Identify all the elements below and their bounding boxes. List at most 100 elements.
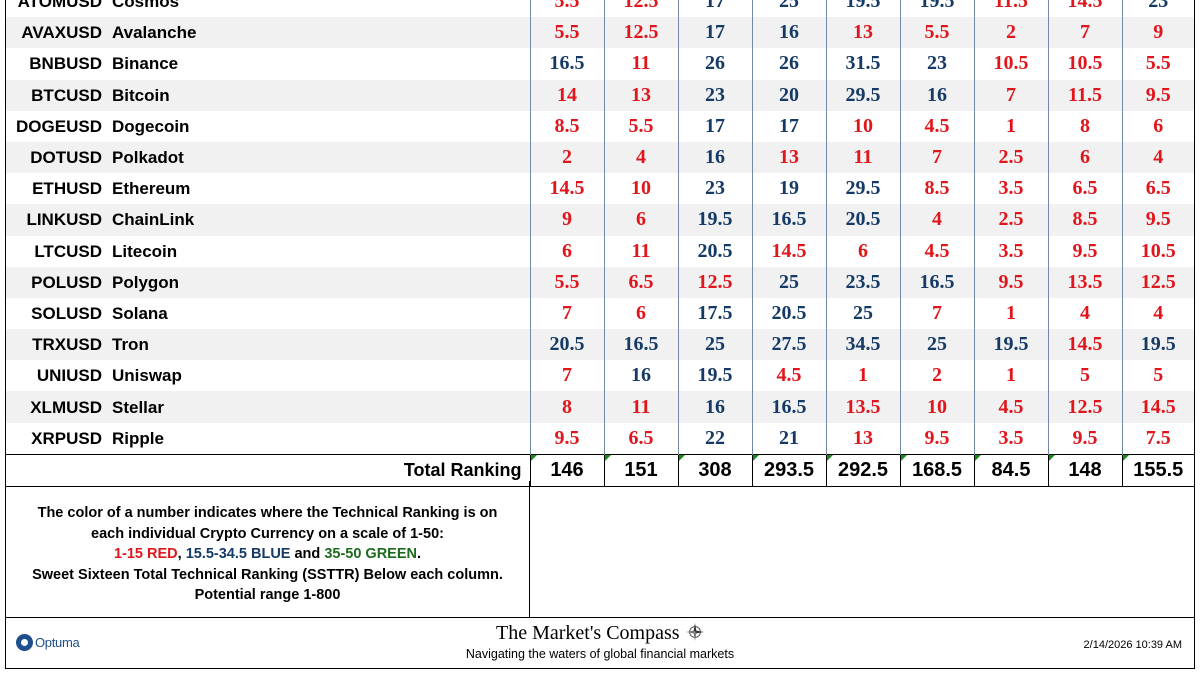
- ranking-cell: 7: [529, 297, 604, 330]
- table-row: XLMUSD Stellar 8 11 16 16.5 13.5 10 4.5 12.5 14.5: [6, 391, 1194, 423]
- ranking-cell: 6: [1121, 110, 1194, 142]
- table-row: BNBUSD Binance 16.5 11 26 26 31.5 23 10.5 10.5 5.5: [6, 48, 1194, 80]
- total-ranking-value: 292.5: [825, 453, 900, 487]
- ranking-cell: 7: [899, 297, 974, 330]
- table-row: TRXUSD Tron 20.5 16.5 25 27.5 34.5 25 19.5 14.5 19…: [6, 329, 1194, 361]
- row-name: ChainLink: [110, 204, 530, 236]
- ranking-cell: 25: [825, 297, 900, 330]
- row-name: Ripple: [110, 422, 530, 455]
- ranking-cell: 6: [529, 235, 604, 267]
- ranking-cell: 17: [751, 110, 826, 142]
- ranking-cell: 4: [1121, 141, 1194, 174]
- ranking-cell: 9.5: [1121, 204, 1194, 236]
- ranking-cell: 20.5: [825, 204, 900, 236]
- total-ranking-value: 168.5: [899, 453, 974, 487]
- ranking-cell: 3.5: [973, 235, 1048, 267]
- row-name: Litecoin: [110, 235, 530, 267]
- ranking-cell: 9.5: [529, 422, 604, 455]
- ranking-cell: 2: [973, 17, 1048, 49]
- ranking-cell: 9.5: [1047, 422, 1122, 455]
- row-name: Avalanche: [110, 17, 530, 49]
- row-name: Dogecoin: [110, 110, 530, 142]
- ranking-cell: 1: [973, 360, 1048, 392]
- row-symbol: BNBUSD: [6, 48, 110, 80]
- ranking-cell: 16: [603, 360, 678, 392]
- ranking-cell: 25: [751, 0, 826, 18]
- ranking-cell: 11: [603, 48, 678, 80]
- ranking-cell: 26: [677, 48, 752, 80]
- ranking-cell: 7: [973, 79, 1048, 111]
- ranking-cell: 7.5: [1121, 422, 1194, 455]
- ranking-cell: 8.5: [899, 173, 974, 205]
- ranking-cell: 6: [603, 297, 678, 330]
- row-symbol: AVAXUSD: [6, 17, 110, 49]
- ranking-cell: 8: [1047, 110, 1122, 142]
- ranking-cell: 19.5: [1121, 329, 1194, 361]
- row-name: Binance: [110, 48, 530, 80]
- ranking-cell: 11: [603, 391, 678, 423]
- ranking-cell: 2.5: [973, 204, 1048, 236]
- ranking-cell: 6.5: [603, 266, 678, 298]
- compass-rose-icon: [686, 623, 705, 641]
- row-symbol: XLMUSD: [6, 391, 110, 423]
- legend-blue-range: 15.5-34.5 BLUE: [185, 546, 291, 562]
- ranking-cell: 10: [899, 391, 974, 423]
- ranking-cell: 11: [603, 235, 678, 267]
- table-row: UNIUSD Uniswap 7 16 19.5 4.5 1 2 1 5 5: [6, 360, 1194, 392]
- ranking-cell: 19: [751, 173, 826, 205]
- ranking-cell: 16: [751, 17, 826, 49]
- ranking-cell: 13: [825, 17, 900, 49]
- ranking-cell: 5.5: [529, 0, 604, 18]
- ranking-cell: 5.5: [529, 266, 604, 298]
- ranking-cell: 12.5: [677, 266, 752, 298]
- table-row: DOTUSD Polkadot 2 4 16 13 11 7 2.5 6 4: [6, 141, 1194, 174]
- ranking-cell: 11: [825, 141, 900, 174]
- table-row: AVAXUSD Avalanche 5.5 12.5 17 16 13 5.5 2 7 9: [6, 17, 1194, 49]
- table-row: SOLUSD Solana 7 6 17.5 20.5 25 7 1 4 4: [6, 297, 1194, 330]
- ranking-cell: 2.5: [973, 141, 1048, 174]
- total-ranking-value: 148: [1047, 453, 1122, 487]
- ranking-cell: 19.5: [899, 0, 974, 18]
- legend-red-range: 1-15 RED: [113, 546, 178, 562]
- ranking-cell: 6.5: [603, 422, 678, 455]
- table-row: ATOMUSD Cosmos 5.5 12.5 17 25 19.5 19.5 11.5 14.5…: [6, 0, 1194, 18]
- ranking-cell: 20.5: [529, 329, 604, 361]
- table-row: XRPUSD Ripple 9.5 6.5 22 21 13 9.5 3.5 9.5 7.5: [6, 422, 1194, 455]
- ranking-cell: 13: [603, 79, 678, 111]
- ranking-cell: 5: [1047, 360, 1122, 392]
- ranking-cell: 13: [825, 422, 900, 455]
- row-name: Cosmos: [110, 0, 530, 18]
- ranking-cell: 21: [751, 422, 826, 455]
- row-symbol: DOGEUSD: [6, 110, 110, 142]
- row-symbol: ETHUSD: [6, 173, 110, 205]
- ranking-cell: 19.5: [677, 360, 752, 392]
- report-tagline: Navigating the waters of global financia…: [465, 647, 735, 661]
- ranking-cell: 7: [1047, 17, 1122, 49]
- ranking-cell: 3.5: [973, 173, 1048, 205]
- row-name: Tron: [110, 329, 530, 361]
- ranking-cell: 20.5: [751, 297, 826, 330]
- ranking-cell: 2: [529, 141, 604, 174]
- ranking-cell: 14.5: [1121, 391, 1194, 423]
- ranking-cell: 13.5: [825, 391, 900, 423]
- ranking-cell: 12.5: [603, 17, 678, 49]
- row-symbol: BTCUSD: [6, 79, 110, 111]
- ranking-cell: 5.5: [529, 17, 604, 49]
- ranking-cell: 16.5: [899, 266, 974, 298]
- ranking-cell: 25: [899, 329, 974, 361]
- total-ranking-value: 84.5: [973, 453, 1048, 487]
- legend-line-2: each individual Crypto Currency on a sca…: [91, 525, 444, 542]
- ranking-cell: 4.5: [751, 360, 826, 392]
- ranking-cell: 10.5: [1047, 48, 1122, 80]
- ranking-cell: 23: [1121, 0, 1194, 18]
- row-name: Polygon: [110, 266, 530, 298]
- ranking-cell: 17: [677, 110, 752, 142]
- ranking-cell: 4.5: [899, 235, 974, 267]
- ranking-cell: 23.5: [825, 266, 900, 298]
- ranking-cell: 5: [1121, 360, 1194, 392]
- ranking-cell: 29.5: [825, 173, 900, 205]
- technical-ranking-table: ATOMUSD Cosmos 5.5 12.5 17 25 19.5 19.5 11.5 14.5…: [6, 0, 1194, 487]
- ranking-cell: 12.5: [1121, 266, 1194, 298]
- ranking-cell: 27.5: [751, 329, 826, 361]
- ranking-cell: 29.5: [825, 79, 900, 111]
